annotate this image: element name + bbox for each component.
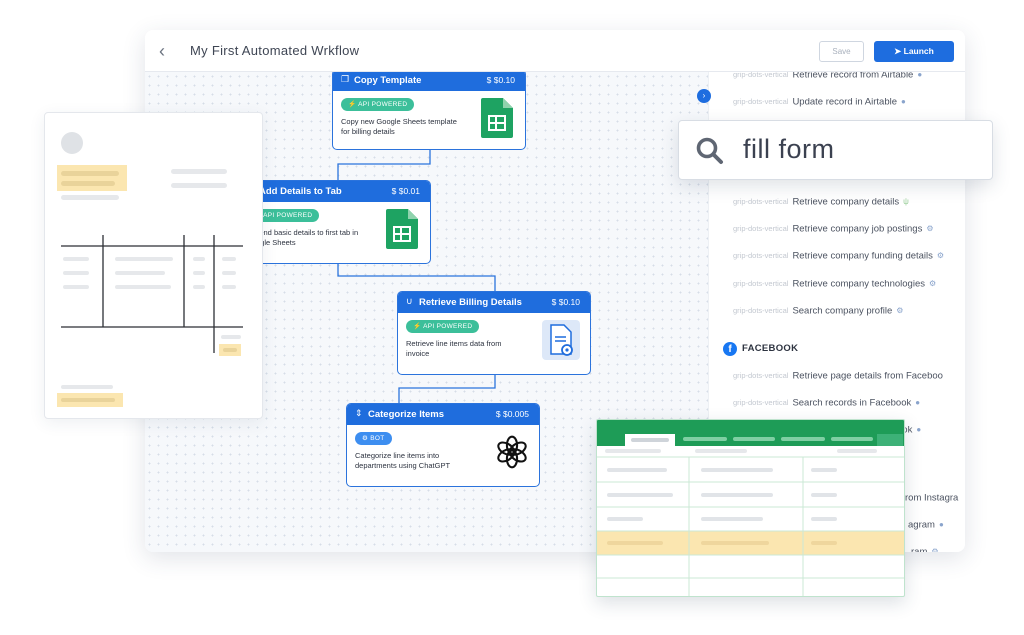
grip-dots-vertical-icon[interactable]: grip-dots-vertical — [733, 398, 788, 407]
action-label: agram — [908, 519, 935, 531]
node-header: ⇕ Categorize Items $ $0.005 — [347, 404, 539, 425]
top-bar: ‹ My First Automated Wrkflow Save ➤ Laun… — [145, 30, 965, 72]
node-price: $ $0.01 — [391, 186, 420, 196]
node-header: ⊕ Add Details to Tab $ $0.01 — [238, 181, 430, 202]
badge-label: BOT — [370, 435, 385, 442]
spreadsheet-wireframe — [597, 420, 904, 596]
action-item-partial[interactable]: ram ⚙ — [911, 543, 939, 552]
plug-icon: ψ — [903, 197, 909, 207]
search-icon — [696, 137, 723, 164]
facebook-icon: f — [723, 341, 737, 356]
grip-dots-vertical-icon[interactable]: grip-dots-vertical — [733, 97, 788, 106]
expand-panel-button[interactable]: › — [697, 89, 711, 103]
sort-icon: ⇕ — [355, 408, 363, 418]
action-label: Retrieve company technologies — [792, 278, 925, 290]
action-label: Retrieve page details from Faceboo — [792, 370, 943, 382]
bot-icon: ⚙ — [896, 306, 904, 316]
action-item[interactable]: grip-dots-vertical Update record in Airta… — [733, 93, 906, 107]
node-description: Categorize line items into departments u… — [355, 451, 451, 470]
back-arrow-icon[interactable]: ‹ — [159, 42, 175, 60]
bot-badge: ⚙ BOT — [355, 432, 392, 445]
facebook-label: FACEBOOK — [742, 343, 799, 355]
bot-icon: ⚙ — [936, 251, 945, 261]
facebook-section-header[interactable]: f FACEBOOK — [723, 340, 798, 356]
google-sheets-icon — [481, 98, 513, 138]
action-item[interactable]: grip-dots-vertical Search company profile… — [733, 302, 903, 316]
node-title: Add Details to Tab — [259, 186, 342, 197]
node-price: $ $0.10 — [551, 297, 580, 307]
grip-dots-vertical-icon[interactable]: grip-dots-vertical — [733, 279, 788, 288]
user-icon: ● — [938, 520, 944, 530]
user-icon: ● — [916, 425, 922, 435]
node-description: Copy new Google Sheets template for bill… — [341, 117, 457, 136]
user-icon: ● — [901, 97, 906, 107]
grip-dots-vertical-icon[interactable]: grip-dots-vertical — [733, 251, 788, 260]
node-title: Retrieve Billing Details — [419, 297, 522, 308]
action-item[interactable]: grip-dots-vertical Retrieve company job p… — [733, 220, 934, 234]
api-powered-badge: ⚡ API POWERED — [341, 98, 415, 111]
badge-label: API POWERED — [358, 101, 408, 108]
invoice-document-illustration — [44, 112, 263, 419]
node-header: ∪ Retrieve Billing Details $ $0.10 — [398, 292, 590, 313]
node-price: $ $0.10 — [486, 75, 515, 85]
grip-dots-vertical-icon[interactable]: grip-dots-vertical — [733, 224, 788, 233]
bot-icon: ⚙ — [931, 547, 939, 552]
action-item-partial[interactable]: rom Instagra — [905, 489, 958, 503]
node-header: ❐ Copy Template $ $0.10 — [333, 70, 525, 91]
rocket-icon: ➤ — [894, 46, 902, 56]
workflow-title: My First Automated Wrkflow — [190, 43, 360, 58]
spreadsheet-illustration — [596, 419, 905, 597]
copy-icon: ❐ — [341, 74, 350, 84]
invoice-wireframe — [57, 132, 243, 407]
node-title: Categorize Items — [368, 409, 445, 420]
document-settings-icon — [542, 320, 580, 360]
bot-icon: ⚙ — [928, 279, 937, 289]
action-label: ram — [911, 546, 928, 552]
user-icon: ● — [915, 398, 921, 408]
google-sheets-icon — [386, 209, 418, 249]
action-label: rom Instagra — [905, 492, 959, 504]
node-description: Retrieve line items data from invoice — [406, 339, 502, 358]
action-label: Search records in Facebook — [792, 397, 912, 409]
action-item-partial[interactable]: agram ● — [908, 516, 944, 530]
action-item[interactable]: grip-dots-vertical Retrieve company techn… — [733, 275, 936, 289]
action-label: Retrieve company details — [792, 196, 900, 208]
action-item[interactable]: grip-dots-vertical Retrieve page details … — [733, 367, 943, 381]
flow-node-copy-template[interactable]: ❐ Copy Template $ $0.10 ⚡ API POWERED Co… — [332, 69, 526, 150]
action-item[interactable]: grip-dots-vertical Search records in Face… — [733, 394, 920, 408]
node-title: Copy Template — [354, 75, 422, 86]
save-button[interactable]: Save — [819, 41, 864, 62]
launch-button[interactable]: ➤ Launch — [874, 41, 954, 62]
search-box[interactable]: fill form — [678, 120, 993, 180]
launch-label: Launch — [903, 46, 934, 56]
badge-label: API POWERED — [423, 323, 473, 330]
flow-node-categorize-items[interactable]: ⇕ Categorize Items $ $0.005 ⚙ BOT Catego… — [346, 403, 540, 487]
action-item[interactable]: grip-dots-vertical Retrieve company fundi… — [733, 247, 944, 261]
action-label: Search company profile — [792, 305, 893, 317]
api-powered-badge: ⚡ API POWERED — [406, 320, 480, 333]
grip-dots-vertical-icon[interactable]: grip-dots-vertical — [733, 306, 788, 315]
bot-icon: ⚙ — [926, 224, 934, 234]
grip-dots-vertical-icon[interactable]: grip-dots-vertical — [733, 371, 788, 380]
magnet-icon: ∪ — [406, 296, 413, 306]
search-query[interactable]: fill form — [743, 134, 835, 165]
node-description: Append basic details to first tab in Goo… — [246, 228, 359, 247]
grip-dots-vertical-icon[interactable]: grip-dots-vertical — [733, 197, 788, 206]
node-price: $ $0.005 — [495, 409, 529, 419]
badge-label: API POWERED — [263, 212, 313, 219]
action-label: Retrieve company job postings — [792, 223, 923, 235]
openai-icon — [497, 435, 527, 469]
action-item[interactable]: grip-dots-vertical Retrieve company detai… — [733, 193, 909, 207]
flow-node-add-details[interactable]: ⊕ Add Details to Tab $ $0.01 ⚡ API POWER… — [237, 180, 431, 264]
action-label: Retrieve company funding details — [792, 250, 933, 262]
flow-node-retrieve-billing[interactable]: ∪ Retrieve Billing Details $ $0.10 ⚡ API… — [397, 291, 591, 375]
action-label: Update record in Airtable — [792, 96, 897, 108]
